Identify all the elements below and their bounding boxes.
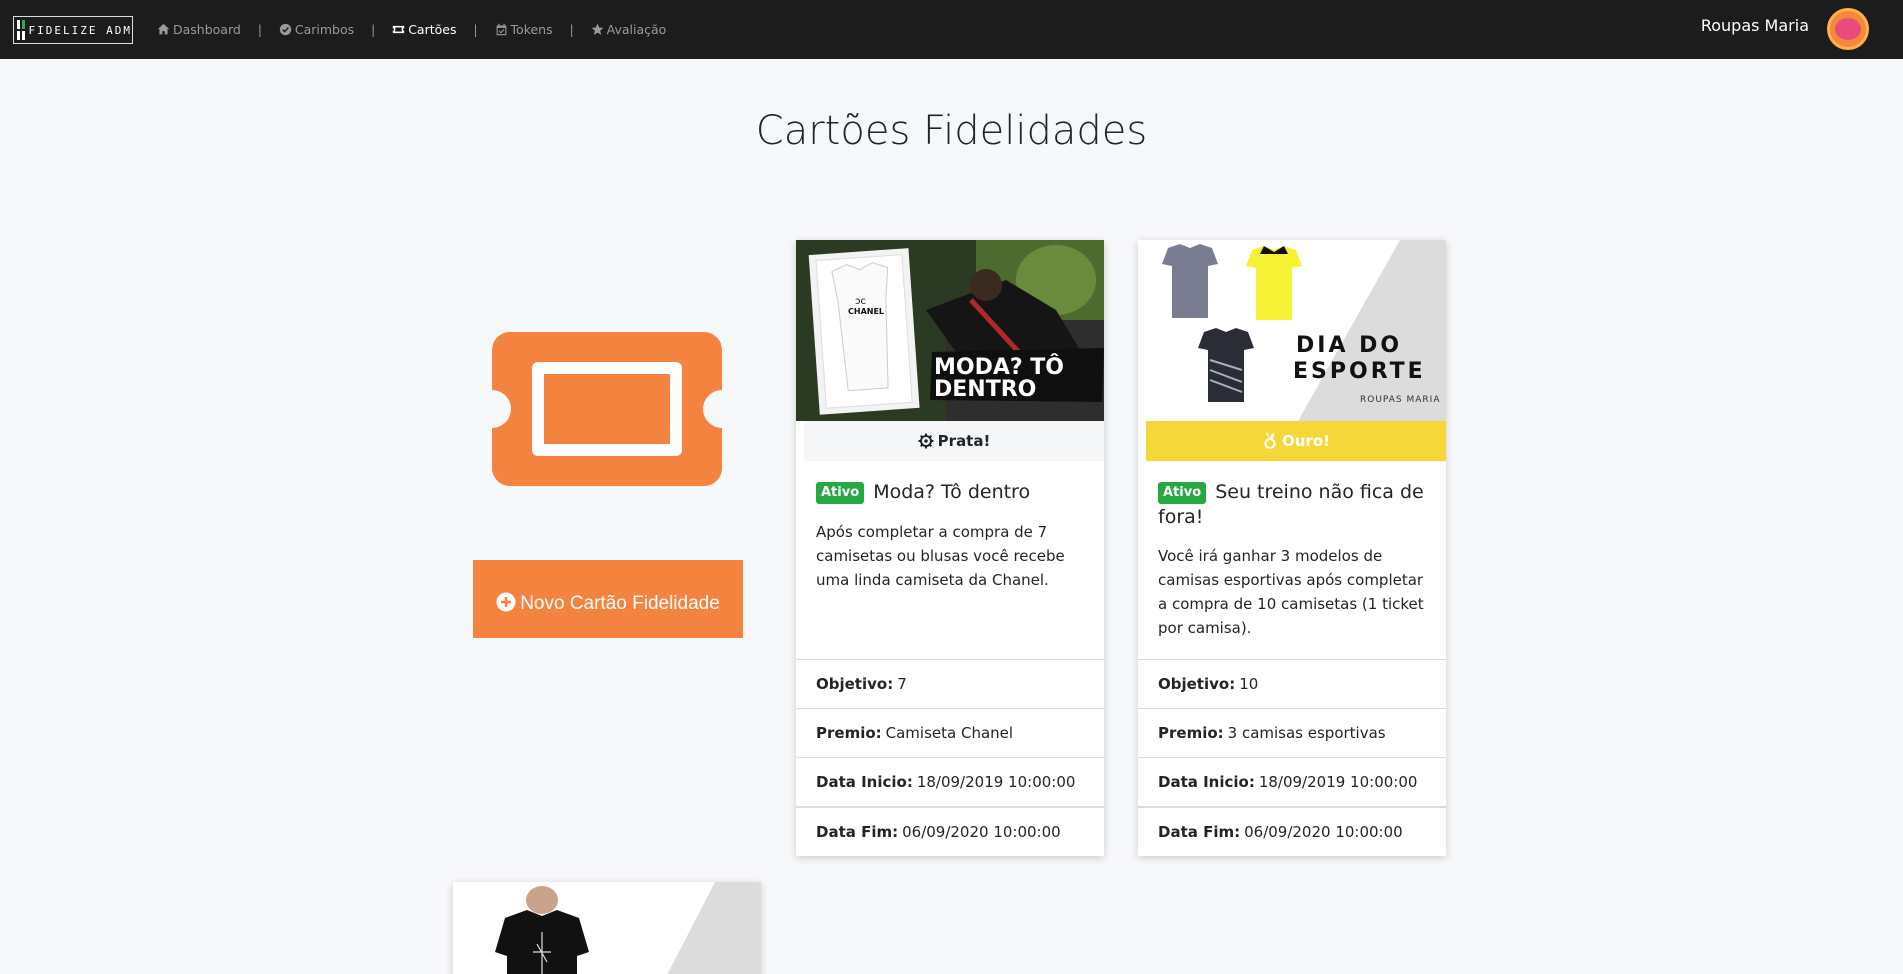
prize-row: Premio: 3 camisas esportivas: [1138, 708, 1446, 757]
nav-item-tokens[interactable]: Tokens: [495, 22, 553, 37]
logo-text: FIDELIZE ADM: [28, 23, 132, 37]
nav-item-avaliacao[interactable]: Avaliação: [591, 22, 667, 37]
start-date-value: 18/09/2019 10:00:00: [1258, 773, 1418, 791]
calendar-check-icon: [496, 23, 506, 36]
end-date-label: Data Fim:: [1158, 822, 1241, 841]
fashion-photo-image: CHANEL ↄc MODA? TÔ DENTRO: [796, 240, 1104, 421]
prize-value: 3 camisas esportivas: [1227, 724, 1386, 742]
goal-label: Objetivo:: [1158, 675, 1236, 693]
nav-item-carimbos[interactable]: Carimbos: [279, 22, 354, 37]
card-description: Você irá ganhar 3 modelos de camisas esp…: [1158, 547, 1424, 637]
brand-logo[interactable]: FIDELIZE ADM: [13, 16, 133, 44]
end-date-value: 06/09/2020 10:00:00: [902, 822, 1061, 841]
svg-text:DIA DO: DIA DO: [1296, 333, 1402, 358]
goal-label: Objetivo:: [816, 675, 894, 693]
nav-item-cartoes[interactable]: Cartões: [392, 22, 456, 37]
loyalty-card[interactable]: DIA DO ESPORTE ROUPAS MARIA Ouro! Ativo …: [1138, 240, 1446, 856]
plus-circle-icon: [496, 592, 516, 611]
card-title: Ativo Seu treino não fica de fora!: [1158, 480, 1433, 530]
page-title: Cartões Fidelidades: [755, 108, 1148, 154]
prize-value: Camiseta Chanel: [885, 724, 1014, 742]
home-icon: [157, 23, 170, 35]
card-image: CHANEL ↄc MODA? TÔ DENTRO: [796, 240, 1104, 421]
end-date-row: Data Fim: 06/09/2020 10:00:00: [1138, 806, 1446, 855]
avatar[interactable]: [1827, 8, 1869, 50]
card-image: DIA DO ESPORTE ROUPAS MARIA: [1138, 240, 1446, 421]
ticket-icon: [393, 25, 405, 34]
level-bar-gold: Ouro!: [1146, 421, 1446, 461]
end-date-label: Data Fim:: [816, 822, 899, 841]
nav-label: Carimbos: [294, 22, 355, 37]
loyalty-card[interactable]: CHANEL ↄc MODA? TÔ DENTRO Prata! Ativo M…: [796, 240, 1104, 856]
nav-separator: |: [257, 22, 262, 37]
nav-item-dashboard[interactable]: Dashboard: [157, 22, 241, 37]
nav-label: Avaliação: [606, 22, 667, 37]
shirt-image: [453, 882, 761, 974]
card-title: Ativo Moda? Tô dentro: [816, 480, 1091, 505]
new-card-label: Novo Cartão Fidelidade: [520, 592, 720, 614]
level-label: Ouro!: [1282, 432, 1330, 450]
start-date-row: Data Inicio: 18/09/2019 10:00:00: [796, 757, 1104, 806]
svg-text:CHANEL: CHANEL: [848, 307, 884, 316]
svg-text:ROUPAS MARIA: ROUPAS MARIA: [1360, 395, 1441, 405]
nav-label: Dashboard: [173, 22, 241, 37]
nav-label: Tokens: [510, 22, 553, 37]
medal-icon: [1264, 433, 1276, 449]
avatar-logo-image: [1835, 18, 1861, 40]
prize-label: Premio:: [1158, 724, 1224, 742]
nav-separator: |: [371, 22, 376, 37]
user-name[interactable]: Roupas Maria: [1701, 16, 1809, 35]
nav-label: Cartões: [408, 22, 457, 37]
prize-label: Premio:: [816, 724, 882, 742]
loyalty-card[interactable]: [453, 882, 761, 974]
gear-icon: [918, 433, 934, 449]
logo-grid-icon: [17, 20, 25, 40]
status-badge: Ativo: [1158, 482, 1207, 504]
start-date-label: Data Inicio:: [1158, 773, 1255, 791]
end-date-value: 06/09/2020 10:00:00: [1244, 822, 1403, 841]
card-description: Após completar a compra de 7 camisetas o…: [816, 523, 1065, 589]
card-title-text: Moda? Tô dentro: [873, 481, 1031, 503]
start-date-row: Data Inicio: 18/09/2019 10:00:00: [1138, 757, 1446, 806]
check-circle-icon: [279, 23, 292, 36]
nav-separator: |: [569, 22, 574, 37]
svg-text:ↄc: ↄc: [855, 296, 866, 307]
status-badge: Ativo: [816, 482, 865, 504]
prize-row: Premio: Camiseta Chanel: [796, 708, 1104, 757]
star-icon: [591, 23, 604, 35]
level-bar-silver: Prata!: [804, 421, 1104, 461]
svg-text:DENTRO: DENTRO: [934, 377, 1036, 402]
start-date-label: Data Inicio:: [816, 773, 913, 791]
end-date-row: Data Fim: 06/09/2020 10:00:00: [796, 806, 1104, 855]
goal-value: 10: [1239, 675, 1259, 693]
start-date-value: 18/09/2019 10:00:00: [916, 773, 1076, 791]
goal-row: Objetivo: 10: [1138, 659, 1446, 708]
level-label: Prata!: [937, 432, 991, 450]
svg-text:ESPORTE: ESPORTE: [1293, 359, 1426, 384]
top-navbar: FIDELIZE ADM Dashboard | Carimbos | Cart…: [0, 0, 1903, 59]
goal-row: Objetivo: 7: [796, 659, 1104, 708]
ticket-illustration-icon: [492, 332, 722, 486]
new-card-button[interactable]: Novo Cartão Fidelidade: [473, 560, 743, 638]
nav-separator: |: [473, 22, 478, 37]
goal-value: 7: [897, 675, 907, 693]
sports-shirts-image: DIA DO ESPORTE ROUPAS MARIA: [1138, 240, 1446, 421]
main-nav: Dashboard | Carimbos | Cartões | Tokens …: [157, 0, 666, 59]
